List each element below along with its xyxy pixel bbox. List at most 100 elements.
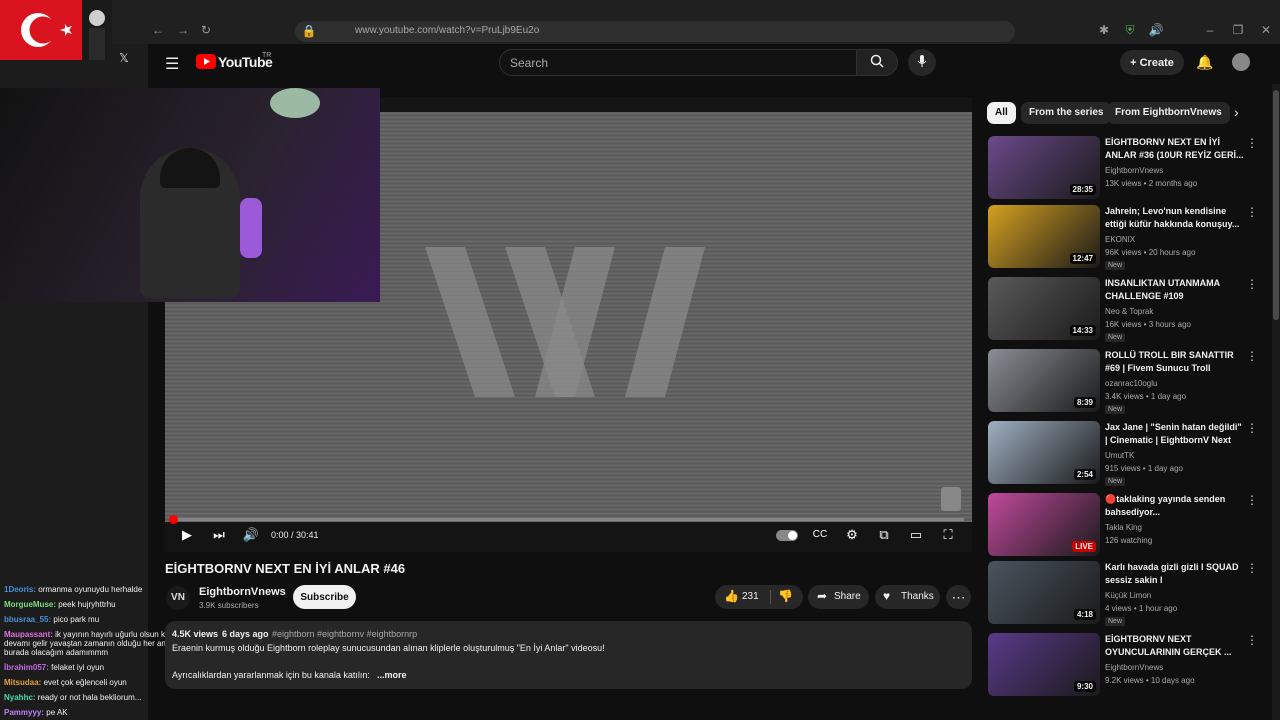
search-icon bbox=[870, 54, 884, 68]
recommendation-item[interactable]: 8:39 ROLLÜ TROLL BIR SANATTIR #69 | Fivem… bbox=[988, 349, 1258, 414]
recommendation-item[interactable]: 4:18 Karlı havada gizli gizli l SQUAD ses… bbox=[988, 561, 1258, 626]
recommendation-title[interactable]: Jax Jane | "Senin hatan değildi" | Cinem… bbox=[1105, 421, 1245, 447]
extensions-icon[interactable]: ✱ bbox=[1096, 22, 1112, 38]
channel-name[interactable]: EightbornVnews bbox=[199, 586, 286, 598]
more-actions-button[interactable]: ⋯ bbox=[946, 585, 971, 609]
like-count[interactable]: 231 bbox=[742, 591, 759, 602]
recommendation-channel[interactable]: ozanrac10oglu bbox=[1105, 379, 1157, 388]
shield-icon[interactable]: ⛨ bbox=[1122, 22, 1138, 38]
recommendation-item[interactable]: 28:35 EİGHTBORNV NEXT EN İYİ ANLAR #36 (1… bbox=[988, 136, 1258, 200]
recommendation-channel[interactable]: EightbornVnews bbox=[1105, 166, 1163, 175]
microphone-icon bbox=[917, 55, 927, 67]
recommendation-title[interactable]: INSANLIKTAN UTANMAMA CHALLENGE #109 bbox=[1105, 277, 1245, 303]
reload-icon[interactable]: ↻ bbox=[198, 22, 214, 38]
chip-from-channel[interactable]: From EightbornVnews bbox=[1107, 102, 1230, 124]
search-button[interactable] bbox=[856, 49, 898, 76]
share-button[interactable]: ➦ Share bbox=[808, 585, 869, 609]
more-options-icon[interactable]: ⋮ bbox=[1246, 349, 1258, 363]
restore-icon[interactable]: ❐ bbox=[1230, 22, 1246, 38]
settings-gear-icon[interactable]: ⚙ bbox=[841, 525, 863, 545]
recommendation-channel[interactable]: Neo & Toprak bbox=[1105, 307, 1153, 316]
play-icon[interactable]: ▶ bbox=[176, 525, 198, 545]
avatar[interactable] bbox=[1232, 53, 1250, 71]
chip-all[interactable]: All bbox=[987, 102, 1016, 124]
voice-search-button[interactable] bbox=[908, 49, 936, 76]
thumbs-down-icon[interactable]: 👎 bbox=[778, 589, 793, 603]
recommendation-title[interactable]: Jahrein; Levo'nun kendisine ettiği küfür… bbox=[1105, 205, 1245, 231]
hashtags[interactable]: #eightborn #eightbornv #eightbornrp bbox=[272, 629, 417, 639]
video-thumbnail[interactable]: 12:47 bbox=[988, 205, 1100, 268]
next-icon[interactable]: ⏭ bbox=[208, 525, 230, 545]
video-thumbnail[interactable]: 28:35 bbox=[988, 136, 1100, 199]
recommendation-title[interactable]: Karlı havada gizli gizli l SQUAD sessiz … bbox=[1105, 561, 1245, 587]
duration-badge: 14:33 bbox=[1069, 325, 1096, 336]
recommendation-item[interactable]: 9:30 EİGHTBORNV NEXT OYUNCULARININ GERÇEK… bbox=[988, 633, 1258, 697]
video-thumbnail[interactable]: 2:54 bbox=[988, 421, 1100, 484]
recommendation-item[interactable]: 14:33 INSANLIKTAN UTANMAMA CHALLENGE #109… bbox=[988, 277, 1258, 342]
back-icon[interactable]: ← bbox=[150, 22, 166, 38]
recommendation-channel[interactable]: Takla King bbox=[1105, 523, 1142, 532]
recommendation-title[interactable]: 🔴taklaking yayında senden bahsediyor... bbox=[1105, 493, 1245, 519]
fullscreen-icon[interactable]: ⛶ bbox=[937, 525, 959, 545]
chat-message: Pammyyy: pe AK bbox=[4, 708, 68, 717]
volume-icon[interactable]: 🔊 bbox=[240, 525, 262, 545]
recommendation-title[interactable]: EİGHTBORNV NEXT EN İYİ ANLAR #36 (10UR R… bbox=[1105, 136, 1245, 162]
more-options-icon[interactable]: ⋮ bbox=[1246, 561, 1258, 575]
notifications-bell-icon[interactable]: 🔔 bbox=[1196, 54, 1213, 71]
more-options-icon[interactable]: ⋮ bbox=[1246, 205, 1258, 219]
chat-message: MorgueMuse: peek hujryhttrhu bbox=[4, 600, 116, 609]
view-count: 4.5K views bbox=[172, 629, 219, 639]
recommendation-channel[interactable]: UmutTK bbox=[1105, 451, 1134, 460]
chip-from-series[interactable]: From the series bbox=[1021, 102, 1112, 124]
recommendation-item[interactable]: 12:47 Jahrein; Levo'nun kendisine ettiği … bbox=[988, 205, 1258, 270]
forward-icon[interactable]: → bbox=[175, 22, 191, 38]
create-button[interactable]: + Create bbox=[1120, 50, 1184, 75]
more-options-icon[interactable]: ⋮ bbox=[1246, 493, 1258, 507]
more-options-icon[interactable]: ⋮ bbox=[1246, 277, 1258, 291]
recommendation-channel[interactable]: EKONIX bbox=[1105, 235, 1135, 244]
minimize-icon[interactable]: – bbox=[1202, 22, 1218, 38]
scrollbar-thumb[interactable] bbox=[1273, 90, 1279, 320]
more-options-icon[interactable]: ⋮ bbox=[1246, 136, 1258, 150]
captions-icon[interactable]: CC bbox=[809, 525, 831, 545]
recommendation-title[interactable]: EİGHTBORNV NEXT OYUNCULARININ GERÇEK ... bbox=[1105, 633, 1245, 659]
close-icon[interactable]: ✕ bbox=[1258, 22, 1274, 38]
channel-watermark-logo bbox=[425, 247, 705, 397]
recommendation-channel[interactable]: EightbornVnews bbox=[1105, 663, 1163, 672]
chevron-right-icon[interactable]: › bbox=[1234, 104, 1239, 120]
description-box[interactable]: 4.5K views 6 days ago #eightborn #eightb… bbox=[165, 621, 972, 689]
video-thumbnail[interactable]: 4:18 bbox=[988, 561, 1100, 624]
theater-mode-icon[interactable]: ▭ bbox=[905, 525, 927, 545]
recommendation-item[interactable]: 2:54 Jax Jane | "Senin hatan değildi" | C… bbox=[988, 421, 1258, 486]
show-more-link[interactable]: ...more bbox=[377, 670, 407, 680]
time-display: 0:00 / 30:41 bbox=[271, 530, 319, 540]
progress-bar[interactable] bbox=[173, 518, 964, 521]
video-thumbnail[interactable]: LIVE bbox=[988, 493, 1100, 556]
address-bar[interactable]: 🔒 www.youtube.com/watch?v=PruLjb9Eu2o bbox=[295, 21, 1015, 42]
new-badge: New bbox=[1105, 617, 1126, 626]
video-thumbnail[interactable]: 14:33 bbox=[988, 277, 1100, 340]
more-options-icon[interactable]: ⋮ bbox=[1246, 633, 1258, 647]
recommendation-title[interactable]: ROLLÜ TROLL BIR SANATTIR #69 | Fivem Sun… bbox=[1105, 349, 1245, 375]
search-input[interactable]: Search bbox=[499, 49, 857, 76]
recommendation-channel[interactable]: Küçük Limon bbox=[1105, 591, 1151, 600]
progress-scrubber[interactable] bbox=[169, 515, 178, 524]
speaker-icon[interactable]: 🔊 bbox=[1148, 22, 1164, 38]
thanks-button[interactable]: ♥ Thanks bbox=[875, 585, 940, 609]
video-thumbnail[interactable]: 8:39 bbox=[988, 349, 1100, 412]
subscribe-button[interactable]: Subscribe bbox=[293, 585, 356, 609]
thumbs-up-icon[interactable]: 👍 bbox=[724, 589, 739, 603]
menu-icon[interactable]: ☰ bbox=[165, 54, 179, 74]
autoplay-toggle[interactable] bbox=[776, 530, 798, 541]
recommendation-meta: 9.2K views • 10 days ago bbox=[1105, 676, 1195, 685]
x-icon[interactable]: 𝕏 bbox=[116, 50, 132, 66]
more-options-icon[interactable]: ⋮ bbox=[1246, 421, 1258, 435]
channel-avatar[interactable]: VN bbox=[166, 586, 190, 610]
miniplayer-icon[interactable]: ⧉ bbox=[873, 525, 895, 545]
video-thumbnail[interactable]: 9:30 bbox=[988, 633, 1100, 696]
recommendation-meta: 126 watching bbox=[1105, 536, 1153, 545]
recommendation-item[interactable]: LIVE 🔴taklaking yayında senden bahsediyor… bbox=[988, 493, 1258, 557]
recommendation-meta: 915 views • 1 day ago bbox=[1105, 464, 1183, 473]
youtube-logo-icon[interactable] bbox=[196, 54, 216, 69]
channel-avatar-overlay[interactable] bbox=[941, 487, 961, 511]
